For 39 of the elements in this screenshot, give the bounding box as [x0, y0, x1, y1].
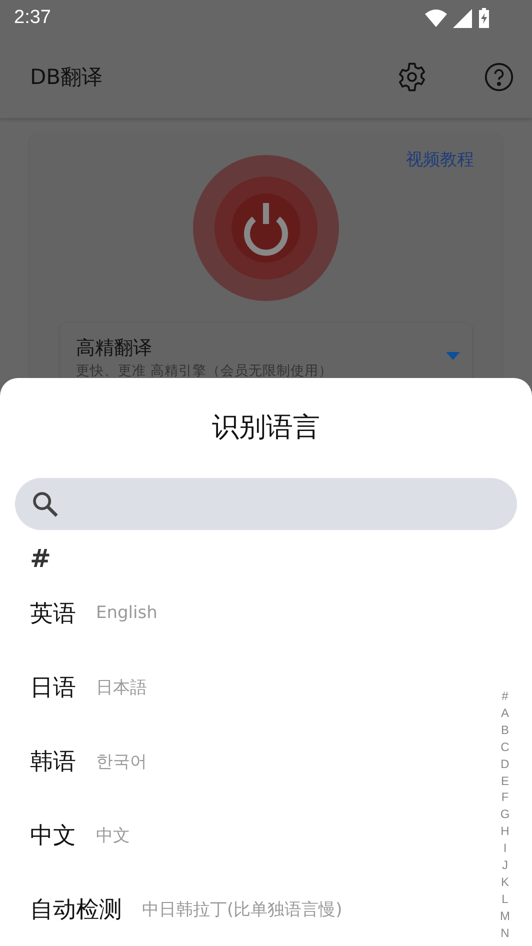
index-letter[interactable]: D: [500, 756, 510, 773]
language-name[interactable]: 日语: [30, 672, 76, 702]
language-native-name: 한국어: [96, 750, 147, 772]
battery-charging-icon: [478, 8, 490, 28]
wifi-icon: [425, 9, 447, 27]
language-native-name: English: [96, 603, 158, 623]
index-letter[interactable]: A: [500, 704, 509, 722]
index-letter[interactable]: C: [500, 738, 510, 756]
index-letter[interactable]: N: [500, 924, 510, 942]
language-name[interactable]: 自动检测: [30, 894, 122, 924]
dropdown-caret-icon: [446, 352, 460, 360]
sheet-title: 识别语言: [211, 411, 321, 445]
app-title: DB翻译: [30, 64, 103, 91]
index-letter[interactable]: K: [500, 874, 509, 891]
section-header: #: [30, 543, 51, 575]
index-letter[interactable]: H: [500, 823, 510, 840]
video-tutorial-link[interactable]: 视频教程: [406, 148, 474, 171]
index-letter[interactable]: G: [500, 806, 510, 824]
language-name[interactable]: 中文: [30, 820, 76, 850]
language-native-name: 日本語: [96, 676, 147, 698]
language-name[interactable]: 韩语: [30, 746, 76, 776]
index-letter[interactable]: F: [501, 789, 509, 806]
power-button[interactable]: [193, 155, 339, 301]
index-letter[interactable]: L: [502, 890, 508, 908]
search-field[interactable]: [15, 478, 517, 530]
index-letter[interactable]: J: [502, 857, 508, 874]
language-native-name: 中文: [96, 824, 130, 846]
index-letter[interactable]: #: [502, 688, 508, 705]
language-native-name: 中日韩拉丁(比单独语言慢): [142, 898, 342, 920]
index-letter[interactable]: M: [500, 908, 510, 925]
signal-icon: [453, 8, 472, 28]
settings-icon[interactable]: [396, 61, 428, 93]
index-letter[interactable]: I: [503, 840, 507, 858]
status-time: 2:37: [14, 7, 51, 29]
search-icon: [31, 490, 59, 518]
index-letter[interactable]: E: [500, 772, 509, 790]
help-icon[interactable]: [484, 62, 514, 92]
language-name[interactable]: 英语: [30, 598, 76, 628]
index-letter[interactable]: B: [500, 722, 509, 739]
